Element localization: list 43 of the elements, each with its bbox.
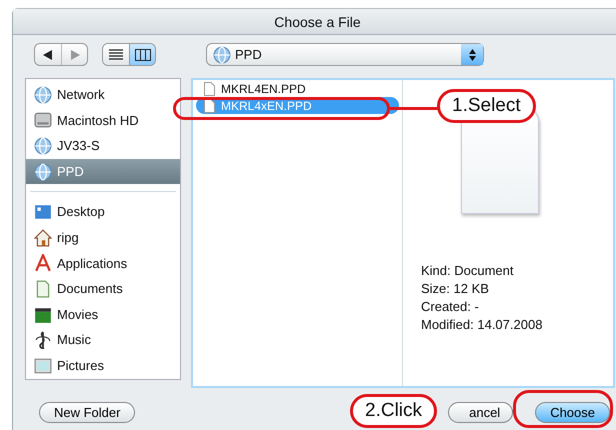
globe-icon <box>34 162 52 181</box>
file-info-text: Size: 12 KB <box>421 280 490 298</box>
forward-arrow-icon <box>70 50 80 60</box>
leader-line <box>390 107 438 110</box>
document-icon <box>34 280 52 298</box>
document-icon <box>204 98 215 112</box>
list-view-button[interactable] <box>103 44 129 65</box>
sidebar-item[interactable]: Movies <box>26 302 180 328</box>
sidebar-item[interactable]: Pictures <box>26 352 180 379</box>
up-down-arrows-icon <box>468 48 476 60</box>
globe-icon <box>213 46 231 64</box>
globe-icon <box>34 86 52 104</box>
compass-letter-icon <box>34 254 52 272</box>
film-clapper-icon <box>34 306 52 324</box>
window-title: Choose a File <box>13 9 616 35</box>
picture-frame-icon <box>34 356 52 375</box>
sidebar-item[interactable]: Applications <box>26 250 180 276</box>
sidebar-item[interactable]: Macintosh HD <box>26 108 180 134</box>
sidebar-item[interactable]: JV33-S <box>26 133 180 159</box>
treble-clef-icon <box>34 331 52 350</box>
column-view-button[interactable] <box>129 44 155 65</box>
file-row[interactable]: MKRL4EN.PPD <box>196 80 399 97</box>
desktop-icon <box>34 203 52 222</box>
house-icon <box>34 228 52 247</box>
location-popup[interactable]: PPD <box>206 43 484 66</box>
callout-label: 1.Select <box>437 89 536 123</box>
back-arrow-icon <box>43 50 53 60</box>
back-forward-control[interactable] <box>34 43 88 66</box>
choose-button[interactable]: Choose <box>535 402 610 423</box>
sidebar-item[interactable]: Desktop <box>26 199 180 225</box>
file-info-text: Modified: 14.07.2008 <box>421 316 544 334</box>
document-icon <box>204 82 215 96</box>
list-icon <box>109 48 123 60</box>
new-folder-button[interactable]: New Folder <box>39 402 136 423</box>
callout-label: 2.Click <box>350 394 438 428</box>
file-info-text: Created: - <box>421 298 480 316</box>
sidebar-item[interactable]: Documents <box>26 276 180 302</box>
sidebar-item[interactable]: Music <box>26 327 180 353</box>
sidebar-item[interactable]: ripg <box>26 224 180 251</box>
file-info-text: Kind: Document <box>421 262 514 280</box>
columns-icon <box>134 48 150 60</box>
sidebar-item[interactable]: Network <box>26 82 180 108</box>
globe-icon <box>34 136 52 155</box>
